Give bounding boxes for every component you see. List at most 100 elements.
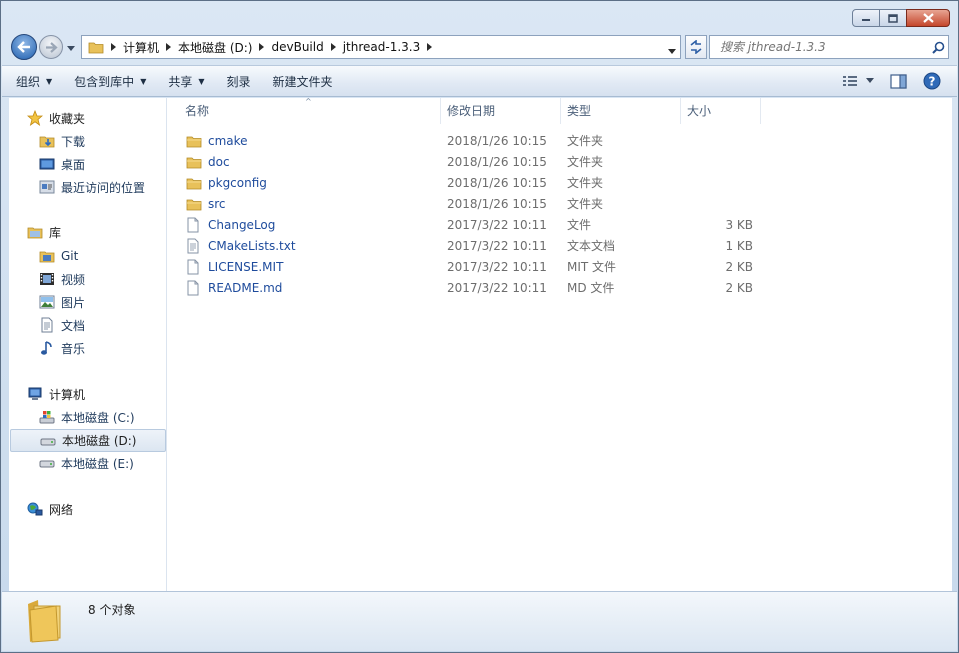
nav-drive-d[interactable]: 本地磁盘 (D:): [10, 429, 166, 452]
include-in-library-label: 包含到库中: [74, 74, 135, 89]
nav-downloads[interactable]: 下载: [39, 131, 85, 151]
nav-drive-c[interactable]: 本地磁盘 (C:): [39, 407, 135, 427]
breadcrumb-computer[interactable]: 计算机: [119, 36, 163, 58]
breadcrumb-separator[interactable]: [163, 43, 174, 51]
file-name-cell: cmake: [186, 133, 248, 149]
recent-pages-dropdown[interactable]: [67, 41, 75, 55]
breadcrumb-separator[interactable]: [328, 43, 339, 51]
nav-drive-e[interactable]: 本地磁盘 (E:): [39, 453, 134, 473]
file-row[interactable]: src 2018/1/26 10:15 文件夹: [168, 193, 952, 214]
file-row[interactable]: cmake 2018/1/26 10:15 文件夹: [168, 130, 952, 151]
search-icon: [931, 41, 944, 54]
nav-library-git[interactable]: Git: [39, 246, 78, 266]
breadcrumb-jthread[interactable]: jthread-1.3.3: [339, 36, 425, 58]
help-button[interactable]: ?: [923, 72, 941, 90]
file-name-cell: ChangeLog: [186, 217, 275, 233]
organize-menu[interactable]: 组织 ▼: [8, 69, 60, 93]
breadcrumb-separator[interactable]: [424, 43, 435, 51]
file-name-cell: README.md: [186, 280, 282, 296]
file-row[interactable]: doc 2018/1/26 10:15 文件夹: [168, 151, 952, 172]
nav-recent-places[interactable]: 最近访问的位置: [39, 177, 145, 197]
view-list-icon: [843, 76, 857, 86]
help-icon: ?: [923, 72, 941, 90]
chevron-down-icon: ▼: [198, 76, 205, 86]
nav-library-videos[interactable]: 视频: [39, 269, 85, 289]
refresh-button[interactable]: [685, 35, 707, 59]
column-header-size[interactable]: 大小: [681, 98, 761, 124]
nav-library-pictures-label: 图片: [61, 295, 86, 310]
file-row[interactable]: LICENSE.MIT 2017/3/22 10:11 MIT 文件 2 KB: [168, 256, 952, 277]
nav-library-pictures[interactable]: 图片: [39, 292, 85, 312]
file-list-pane: ^ 名称 修改日期 类型 大小 cmake 2018/1/26 10:15 文件夹 d…: [168, 97, 952, 591]
preview-pane-button[interactable]: [890, 73, 907, 89]
network-icon: [27, 501, 43, 517]
search-box[interactable]: [709, 35, 949, 59]
file-row[interactable]: pkgconfig 2018/1/26 10:15 文件夹: [168, 172, 952, 193]
file-icon: [186, 280, 202, 296]
library-icon: [27, 224, 43, 240]
folder-icon: [186, 175, 202, 191]
content-area: 收藏夹 下载 桌面 最近访问的位置 库 Git 视频 图片 文档 音乐 计算机 …: [9, 97, 952, 591]
nav-desktop[interactable]: 桌面: [39, 154, 85, 174]
address-bar[interactable]: 计算机 本地磁盘 (D:) devBuild jthread-1.3.3: [81, 35, 681, 59]
desktop-icon: [39, 156, 55, 172]
forward-button[interactable]: [39, 35, 63, 59]
search-button[interactable]: [928, 41, 948, 54]
nav-favorites[interactable]: 收藏夹: [27, 108, 85, 128]
picture-icon: [39, 294, 55, 310]
breadcrumb-separator[interactable]: [108, 43, 119, 51]
navigation-pane: 收藏夹 下载 桌面 最近访问的位置 库 Git 视频 图片 文档 音乐 计算机 …: [9, 98, 167, 591]
minimize-button[interactable]: [852, 9, 880, 27]
file-row[interactable]: README.md 2017/3/22 10:11 MD 文件 2 KB: [168, 277, 952, 298]
new-folder-button[interactable]: 新建文件夹: [265, 69, 341, 93]
share-menu[interactable]: 共享 ▼: [160, 69, 212, 93]
folder-icon: [186, 196, 202, 212]
column-header-modified[interactable]: 修改日期: [441, 98, 561, 124]
view-options-button[interactable]: [842, 74, 874, 88]
star-icon: [27, 110, 43, 126]
close-button[interactable]: [906, 9, 950, 27]
search-input[interactable]: [718, 39, 928, 55]
drive-icon: [40, 433, 56, 449]
command-bar: 组织 ▼ 包含到库中 ▼ 共享 ▼ 刻录 新建文件夹 ?: [2, 65, 957, 97]
column-header-type[interactable]: 类型: [561, 98, 681, 124]
breadcrumb-separator[interactable]: [256, 43, 267, 51]
nav-recent-places-label: 最近访问的位置: [61, 180, 146, 195]
column-headers: ^ 名称 修改日期 类型 大小: [168, 97, 952, 124]
file-name: CMakeLists.txt: [208, 238, 296, 253]
share-label: 共享: [168, 74, 193, 89]
chevron-right-icon: [259, 43, 265, 51]
burn-button[interactable]: 刻录: [219, 69, 259, 93]
nav-library-documents[interactable]: 文档: [39, 315, 85, 335]
file-size: 2 KB: [725, 280, 753, 295]
chevron-down-icon: [668, 49, 676, 54]
file-modified: 2018/1/26 10:15: [447, 133, 547, 148]
back-button[interactable]: [11, 34, 37, 60]
music-icon: [39, 340, 55, 356]
drive-icon: [39, 455, 55, 471]
item-count: 8 个对象: [88, 603, 136, 617]
nav-network[interactable]: 网络: [27, 499, 73, 519]
nav-network-label: 网络: [49, 502, 74, 517]
maximize-button[interactable]: [879, 9, 907, 27]
address-history-dropdown[interactable]: [668, 44, 676, 58]
breadcrumb-drive-d[interactable]: 本地磁盘 (D:): [174, 36, 256, 58]
nav-libraries-label: 库: [49, 225, 62, 240]
file-type: 文本文档: [567, 239, 616, 253]
include-in-library-menu[interactable]: 包含到库中 ▼: [66, 69, 154, 93]
file-name: src: [208, 196, 226, 211]
nav-computer[interactable]: 计算机: [27, 384, 85, 404]
file-type: 文件夹: [567, 155, 604, 169]
toolbar-right: ?: [842, 66, 957, 96]
file-row[interactable]: CMakeLists.txt 2017/3/22 10:11 文本文档 1 KB: [168, 235, 952, 256]
folder-large-icon: [24, 598, 68, 647]
breadcrumb-devbuild[interactable]: devBuild: [267, 36, 327, 58]
nav-libraries[interactable]: 库: [27, 222, 61, 242]
file-modified: 2017/3/22 10:11: [447, 280, 547, 295]
file-row[interactable]: ChangeLog 2017/3/22 10:11 文件 3 KB: [168, 214, 952, 235]
chevron-down-icon: [67, 46, 75, 51]
file-type: MD 文件: [567, 281, 615, 295]
column-header-name[interactable]: 名称: [168, 98, 441, 124]
file-name: LICENSE.MIT: [208, 259, 284, 274]
nav-library-music[interactable]: 音乐: [39, 338, 85, 358]
